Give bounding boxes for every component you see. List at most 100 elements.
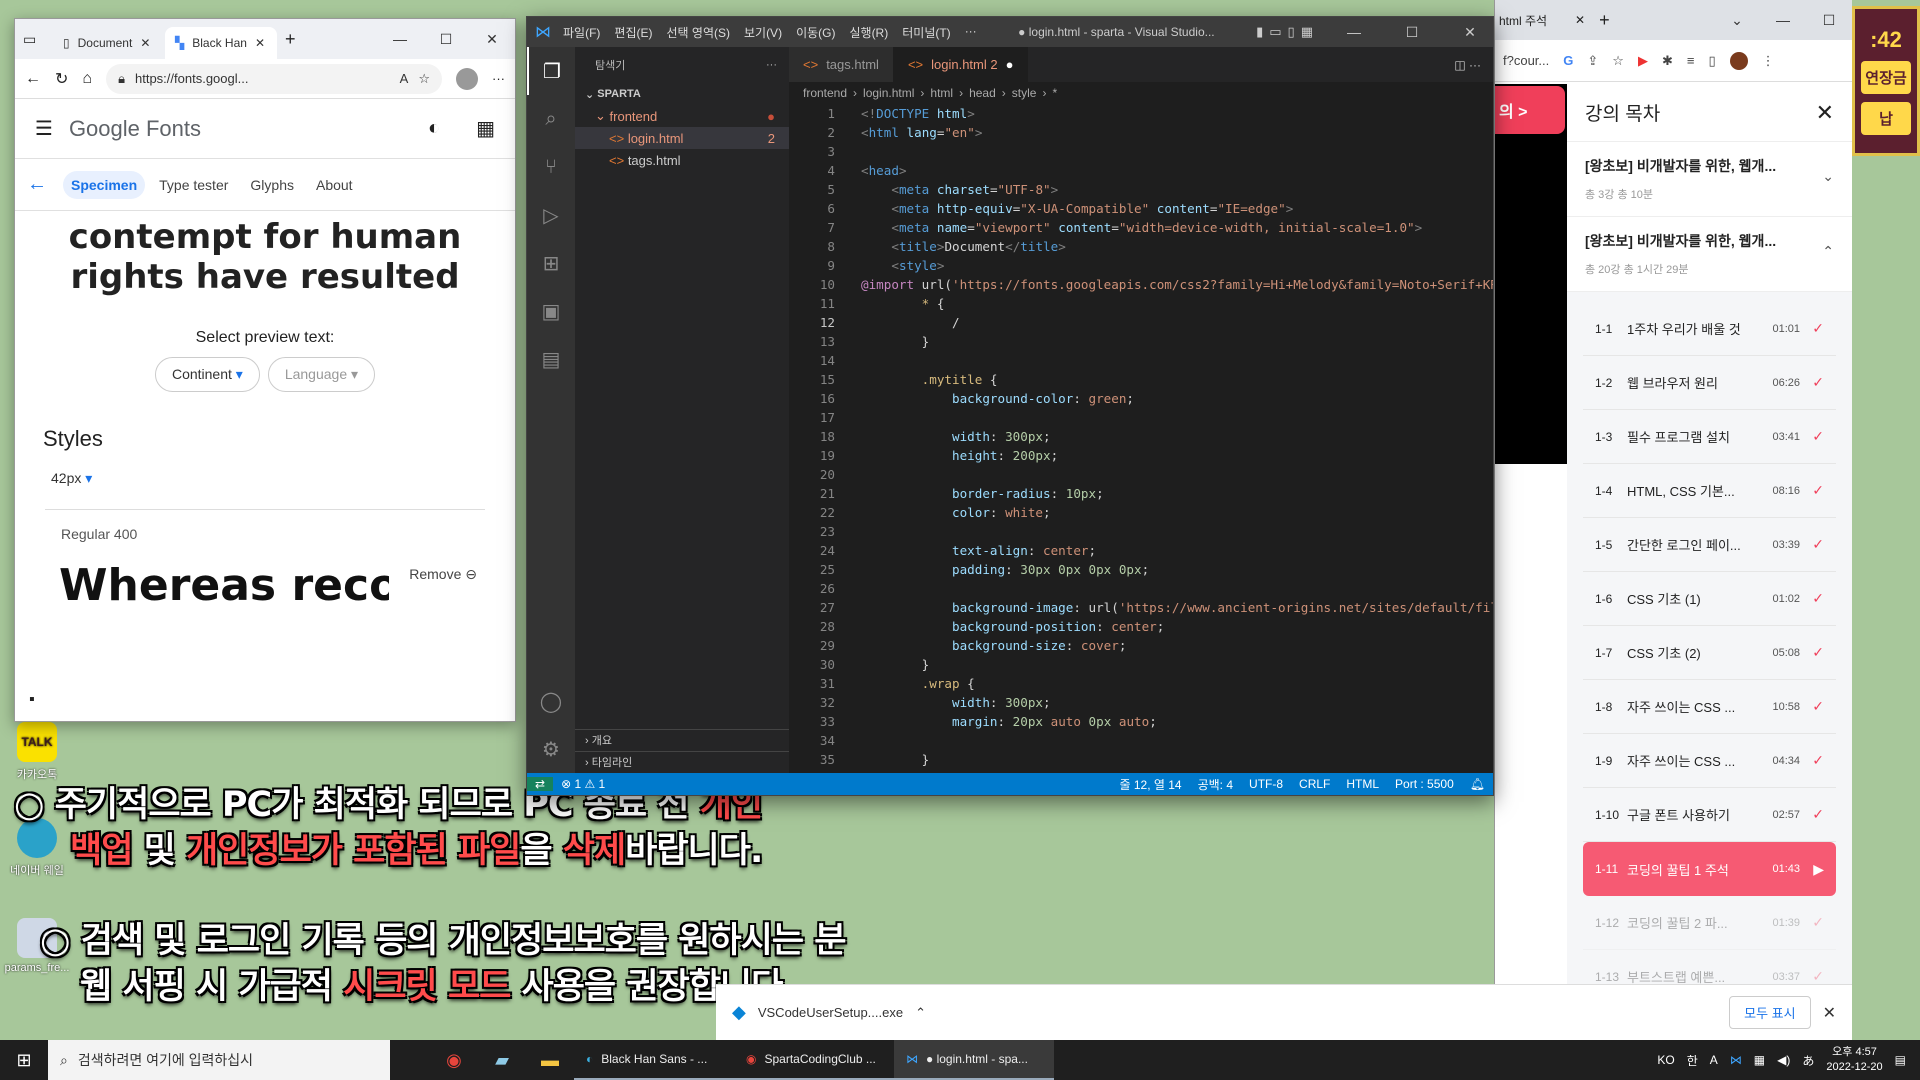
run-debug-icon[interactable]: ▷	[527, 191, 575, 239]
volume-icon[interactable]: ◀)	[1777, 1053, 1790, 1067]
taskbar-search[interactable]: ⌕ 검색하려면 여기에 입력하십시	[48, 1040, 390, 1080]
menu-item[interactable]: 편집(E)	[614, 24, 652, 41]
taskbar-clock[interactable]: 오후 4:57 2022-12-20	[1826, 1045, 1882, 1075]
remove-button[interactable]: Remove ⊖	[409, 566, 477, 583]
lesson-item[interactable]: 1-10 구글 폰트 사용하기 02:57 ✓	[1583, 788, 1836, 842]
breadcrumb-item[interactable]: *	[1052, 86, 1057, 100]
project-root[interactable]: ⌄ SPARTA	[575, 83, 789, 105]
folder-frontend[interactable]: ⌄ frontend ●	[575, 105, 789, 127]
tab-about[interactable]: About	[308, 171, 361, 199]
notepad-taskbar-icon[interactable]: ▰	[478, 1040, 526, 1080]
feedback-icon[interactable]: ▪	[29, 691, 35, 709]
editor-tab-tags[interactable]: <> tags.html	[789, 47, 894, 82]
more-icon[interactable]: ···	[492, 71, 505, 86]
url-field[interactable]: 🔒︎ https://fonts.googl... A ☆	[106, 63, 442, 94]
chevron-down-icon[interactable]: ⌄	[1714, 12, 1760, 29]
explorer-icon[interactable]: ❐	[527, 47, 575, 95]
menu-item[interactable]: 선택 영역(S)	[666, 24, 730, 41]
close-icon[interactable]: ✕	[140, 36, 150, 50]
new-tab-icon[interactable]: +	[1599, 10, 1610, 31]
extend-button[interactable]: 연장금	[1861, 61, 1911, 94]
language-bar-icon[interactable]: あ	[1802, 1052, 1814, 1069]
close-icon[interactable]: ✕	[255, 36, 265, 50]
close-icon[interactable]: ✕	[1816, 100, 1834, 126]
menu-item[interactable]: 파일(F)	[563, 24, 600, 41]
breadcrumb-item[interactable]: login.html	[863, 86, 914, 100]
selected-families-icon[interactable]: ▦	[476, 116, 495, 141]
read-aloud-icon[interactable]: A	[400, 71, 409, 86]
problems-status[interactable]: ⊗ 1 ⚠ 1	[553, 777, 613, 791]
breadcrumb-item[interactable]: frontend	[803, 86, 847, 100]
show-all-button[interactable]: 모두 표시	[1729, 996, 1811, 1029]
close-window-icon[interactable]: ✕	[469, 19, 515, 59]
lesson-item[interactable]: 1-7 CSS 기초 (2) 05:08 ✓	[1583, 626, 1836, 680]
more-icon[interactable]: ⋮	[1762, 53, 1775, 69]
tab-actions-icon[interactable]: ▭	[23, 31, 53, 48]
tray-icon[interactable]: ⋈	[1730, 1053, 1742, 1067]
file-explorer-icon[interactable]: ▬	[526, 1040, 574, 1080]
desktop-icon-whale[interactable]: 네이버 웨일	[2, 818, 72, 878]
cursor-position[interactable]: 줄 12, 열 14	[1111, 776, 1189, 793]
video-player[interactable]	[1495, 84, 1567, 464]
account-icon[interactable]: ◯	[527, 677, 575, 725]
remote-explorer-icon[interactable]: ▣	[527, 287, 575, 335]
tab-type-tester[interactable]: Type tester	[151, 171, 236, 199]
minimize-icon[interactable]: —	[1331, 24, 1377, 40]
size-dropdown[interactable]: 42px ▾	[51, 470, 515, 487]
tab-specimen[interactable]: Specimen	[63, 170, 146, 199]
menu-item[interactable]: 이동(G)	[796, 24, 835, 41]
maximize-icon[interactable]: ☐	[1806, 12, 1852, 29]
maximize-icon[interactable]: ☐	[1389, 24, 1435, 41]
edge-tab-black-han[interactable]: ▚ Black Han ✕	[165, 27, 277, 59]
close-icon[interactable]: ✕	[1823, 1003, 1836, 1023]
lesson-item[interactable]: 1-12 코딩의 꿀팁 2 파... 01:39 ✓	[1583, 896, 1836, 950]
layout-icons[interactable]: ▮▭▯▦	[1256, 24, 1319, 40]
menu-icon[interactable]: ☰	[35, 116, 53, 141]
settings-gear-icon[interactable]: ⚙	[527, 725, 575, 773]
timeline-section[interactable]: › 타임라인	[575, 751, 789, 773]
url-field[interactable]: f?cour...	[1503, 53, 1549, 68]
lesson-item[interactable]: 1-9 자주 쓰이는 CSS ... 04:34 ✓	[1583, 734, 1836, 788]
back-icon[interactable]: ←	[25, 70, 41, 88]
live-server-port[interactable]: Port : 5500	[1387, 777, 1462, 791]
lesson-item[interactable]: 1-4 HTML, CSS 기본... 08:16 ✓	[1583, 464, 1836, 518]
file-tags-html[interactable]: <> tags.html	[575, 149, 789, 171]
refresh-icon[interactable]: ↻	[55, 69, 68, 89]
download-item[interactable]: VSCodeUserSetup....exe	[758, 1005, 903, 1020]
theme-toggle-icon[interactable]: ◐	[428, 117, 440, 140]
editor-tab-login[interactable]: <> login.html 2 ●	[893, 47, 1029, 82]
chevron-up-icon[interactable]: ⌃	[1822, 243, 1834, 260]
remote-indicator-icon[interactable]: ⇄	[527, 777, 554, 791]
source-control-icon[interactable]: ⑂	[527, 143, 575, 191]
lesson-item[interactable]: 1-1 1주차 우리가 배울 것 01:01 ✓	[1583, 302, 1836, 356]
course-item[interactable]: [왕초보] 비개발자를 위한, 웹개... 총 3강 총 10분 ⌄	[1567, 142, 1852, 217]
language-dropdown[interactable]: Language ▾	[267, 357, 376, 392]
desktop-icon-kakaotalk[interactable]: TALK 카카오톡	[2, 722, 72, 782]
lesson-item[interactable]: 1-3 필수 프로그램 설치 03:41 ✓	[1583, 410, 1836, 464]
lesson-item[interactable]: 1-2 웹 브라우저 원리 06:26 ✓	[1583, 356, 1836, 410]
search-icon[interactable]: ⌕	[527, 95, 575, 143]
breadcrumb-item[interactable]: head	[969, 86, 996, 100]
menu-item[interactable]: ···	[965, 24, 977, 41]
home-icon[interactable]: ⌂	[82, 70, 92, 88]
chrome-tab[interactable]: html 주석	[1495, 12, 1575, 29]
back-arrow-icon[interactable]: ←	[27, 173, 47, 196]
breadcrumb-item[interactable]: html	[930, 86, 953, 100]
sidepanel-icon[interactable]: ▯	[1708, 53, 1715, 69]
lesson-item[interactable]: 1-5 간단한 로그인 페이... 03:39 ✓	[1583, 518, 1836, 572]
code-editor[interactable]: 1 <!DOCTYPE html> 2 <html lang="en"> 3 4 <head…	[789, 104, 1493, 769]
eol-status[interactable]: CRLF	[1291, 777, 1338, 791]
extension-icon[interactable]: ▶	[1638, 53, 1648, 69]
lesson-item[interactable]: 1-8 자주 쓰이는 CSS ... 10:58 ✓	[1583, 680, 1836, 734]
outline-section[interactable]: › 개요	[575, 729, 789, 751]
new-tab-icon[interactable]: +	[285, 29, 296, 50]
google-fonts-logo[interactable]: Google Fonts	[69, 116, 201, 142]
book-icon[interactable]: ▤	[527, 335, 575, 383]
share-icon[interactable]: ⇪	[1587, 53, 1598, 69]
tab-glyphs[interactable]: Glyphs	[242, 171, 302, 199]
continent-dropdown[interactable]: Continent ▾	[154, 357, 260, 392]
taskbar-app-vscode[interactable]: ⋈ ● login.html - spa...	[894, 1040, 1054, 1080]
notification-center-icon[interactable]: ▤	[1895, 1053, 1906, 1067]
indentation-status[interactable]: 공백: 4	[1190, 776, 1241, 793]
ime-mode-icon[interactable]: 한	[1687, 1052, 1698, 1069]
